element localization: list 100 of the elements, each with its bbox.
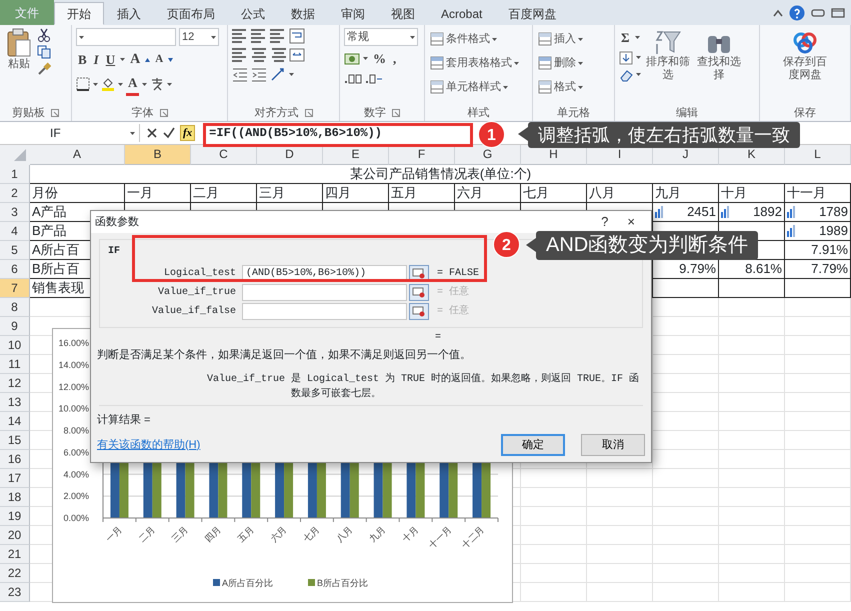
- row-header[interactable]: 2: [0, 184, 30, 203]
- caret-icon[interactable]: [120, 58, 126, 61]
- ribbon-tab[interactable]: 开始: [54, 2, 104, 25]
- close-button[interactable]: ×: [619, 212, 643, 232]
- column-header[interactable]: B: [125, 145, 191, 165]
- caret-icon[interactable]: [130, 132, 135, 134]
- row-header[interactable]: 17: [0, 469, 30, 488]
- cell-menu-button[interactable]: 格式: [537, 76, 584, 98]
- cancel-icon[interactable]: [146, 127, 158, 139]
- copy-icon[interactable]: [37, 45, 51, 59]
- ribbon-tab[interactable]: 审阅: [328, 2, 378, 25]
- font-size-button[interactable]: A: [128, 49, 142, 70]
- caret-icon[interactable]: [410, 36, 415, 38]
- font-size-field[interactable]: 12: [179, 28, 219, 46]
- cell-menu-button[interactable]: 删除: [537, 52, 584, 74]
- caret-icon[interactable]: [118, 82, 123, 86]
- caret-icon[interactable]: [578, 86, 583, 88]
- row-header[interactable]: 16: [0, 450, 30, 469]
- caret-icon[interactable]: [492, 38, 497, 40]
- number-format-field[interactable]: 常规: [344, 28, 418, 46]
- format-button[interactable]: I: [92, 50, 101, 70]
- row-header[interactable]: 3: [0, 203, 30, 222]
- ribbon-tab[interactable]: 页面布局: [154, 2, 228, 25]
- row-header[interactable]: 22: [0, 564, 30, 583]
- ok-button[interactable]: 确定: [501, 434, 565, 456]
- eraser-icon[interactable]: [619, 68, 633, 82]
- row-header[interactable]: 4: [0, 222, 30, 241]
- ribbon-tab[interactable]: 百度网盘: [495, 2, 570, 25]
- text-align-icon[interactable]: [232, 28, 248, 44]
- argument-input[interactable]: [242, 303, 407, 320]
- fill-bucket-icon[interactable]: [101, 77, 115, 92]
- text-align-icon[interactable]: [251, 47, 267, 63]
- ribbon-tab[interactable]: 数据: [278, 2, 328, 25]
- restore-icon[interactable]: [831, 6, 845, 20]
- row-header[interactable]: 6: [0, 260, 30, 279]
- merge-cells-icon[interactable]: [289, 47, 305, 63]
- format-button[interactable]: B: [76, 50, 89, 70]
- currency-icon[interactable]: [344, 52, 360, 66]
- row-header[interactable]: 9: [0, 317, 30, 336]
- text-align-icon[interactable]: [270, 47, 286, 63]
- font-name-field[interactable]: [76, 28, 176, 46]
- border-icon[interactable]: [76, 77, 90, 92]
- column-header[interactable]: E: [323, 145, 389, 165]
- column-header[interactable]: F: [389, 145, 455, 165]
- caret-icon[interactable]: [79, 36, 84, 38]
- wrap-text-icon[interactable]: [289, 28, 305, 44]
- checkmark-icon[interactable]: [163, 127, 175, 139]
- caret-icon[interactable]: [514, 62, 519, 64]
- ribbon-tab[interactable]: 公式: [228, 2, 278, 25]
- indent-icon[interactable]: [251, 66, 267, 82]
- row-header[interactable]: 20: [0, 526, 30, 545]
- ribbon-tab[interactable]: Acrobat: [428, 2, 496, 25]
- text-align-icon[interactable]: [232, 47, 248, 63]
- row-header[interactable]: 13: [0, 393, 30, 412]
- launcher-icon[interactable]: [51, 109, 59, 117]
- number-style-button[interactable]: %: [371, 49, 388, 68]
- help-button[interactable]: ?: [593, 212, 616, 232]
- text-align-icon[interactable]: [251, 28, 267, 44]
- caret-up-icon[interactable]: [773, 8, 783, 16]
- column-header[interactable]: C: [191, 145, 257, 165]
- row-header[interactable]: 11: [0, 355, 30, 374]
- style-menu-button[interactable]: 条件格式: [429, 28, 520, 50]
- style-menu-button[interactable]: 单元格样式: [429, 76, 520, 98]
- ribbon-tab[interactable]: 插入: [104, 2, 154, 25]
- insert-function-button[interactable]: fx: [180, 125, 196, 141]
- row-header[interactable]: 15: [0, 431, 30, 450]
- fill-down-icon[interactable]: [619, 50, 633, 64]
- column-header[interactable]: D: [257, 145, 323, 165]
- style-menu-button[interactable]: 套用表格格式: [429, 52, 520, 74]
- caret-icon[interactable]: [211, 36, 216, 38]
- row-header[interactable]: 19: [0, 507, 30, 526]
- row-header[interactable]: 14: [0, 412, 30, 431]
- indent-icon[interactable]: [232, 66, 248, 82]
- font-size-button[interactable]: A: [153, 51, 166, 68]
- row-header[interactable]: 8: [0, 298, 30, 317]
- sum-button[interactable]: Σ: [619, 28, 632, 48]
- font-color-button[interactable]: A: [126, 73, 140, 96]
- caret-icon[interactable]: [93, 82, 98, 86]
- help-link[interactable]: 有关该函数的帮助(H): [97, 436, 200, 454]
- help-icon[interactable]: [789, 4, 805, 20]
- ribbon-tab[interactable]: 视图: [378, 2, 428, 25]
- text-angle-icon[interactable]: [270, 66, 286, 82]
- caret-icon[interactable]: [503, 86, 508, 88]
- brush-icon[interactable]: [37, 62, 51, 76]
- row-header[interactable]: 1: [0, 165, 30, 184]
- caret-icon[interactable]: [167, 82, 172, 86]
- launcher-icon[interactable]: [392, 109, 400, 117]
- caret-icon[interactable]: [636, 73, 641, 76]
- row-header[interactable]: 21: [0, 545, 30, 564]
- range-select-icon[interactable]: [409, 284, 429, 301]
- range-select-icon[interactable]: [409, 303, 429, 320]
- number-style-button[interactable]: ,: [391, 49, 398, 68]
- argument-input[interactable]: [242, 284, 407, 301]
- phonetic-icon[interactable]: [150, 77, 164, 92]
- row-header[interactable]: 18: [0, 488, 30, 507]
- launcher-icon[interactable]: [160, 109, 168, 117]
- paste-button[interactable]: 粘贴: [4, 28, 34, 102]
- column-header[interactable]: A: [30, 145, 125, 165]
- row-header[interactable]: 5: [0, 241, 30, 260]
- column-header[interactable]: G: [455, 145, 521, 165]
